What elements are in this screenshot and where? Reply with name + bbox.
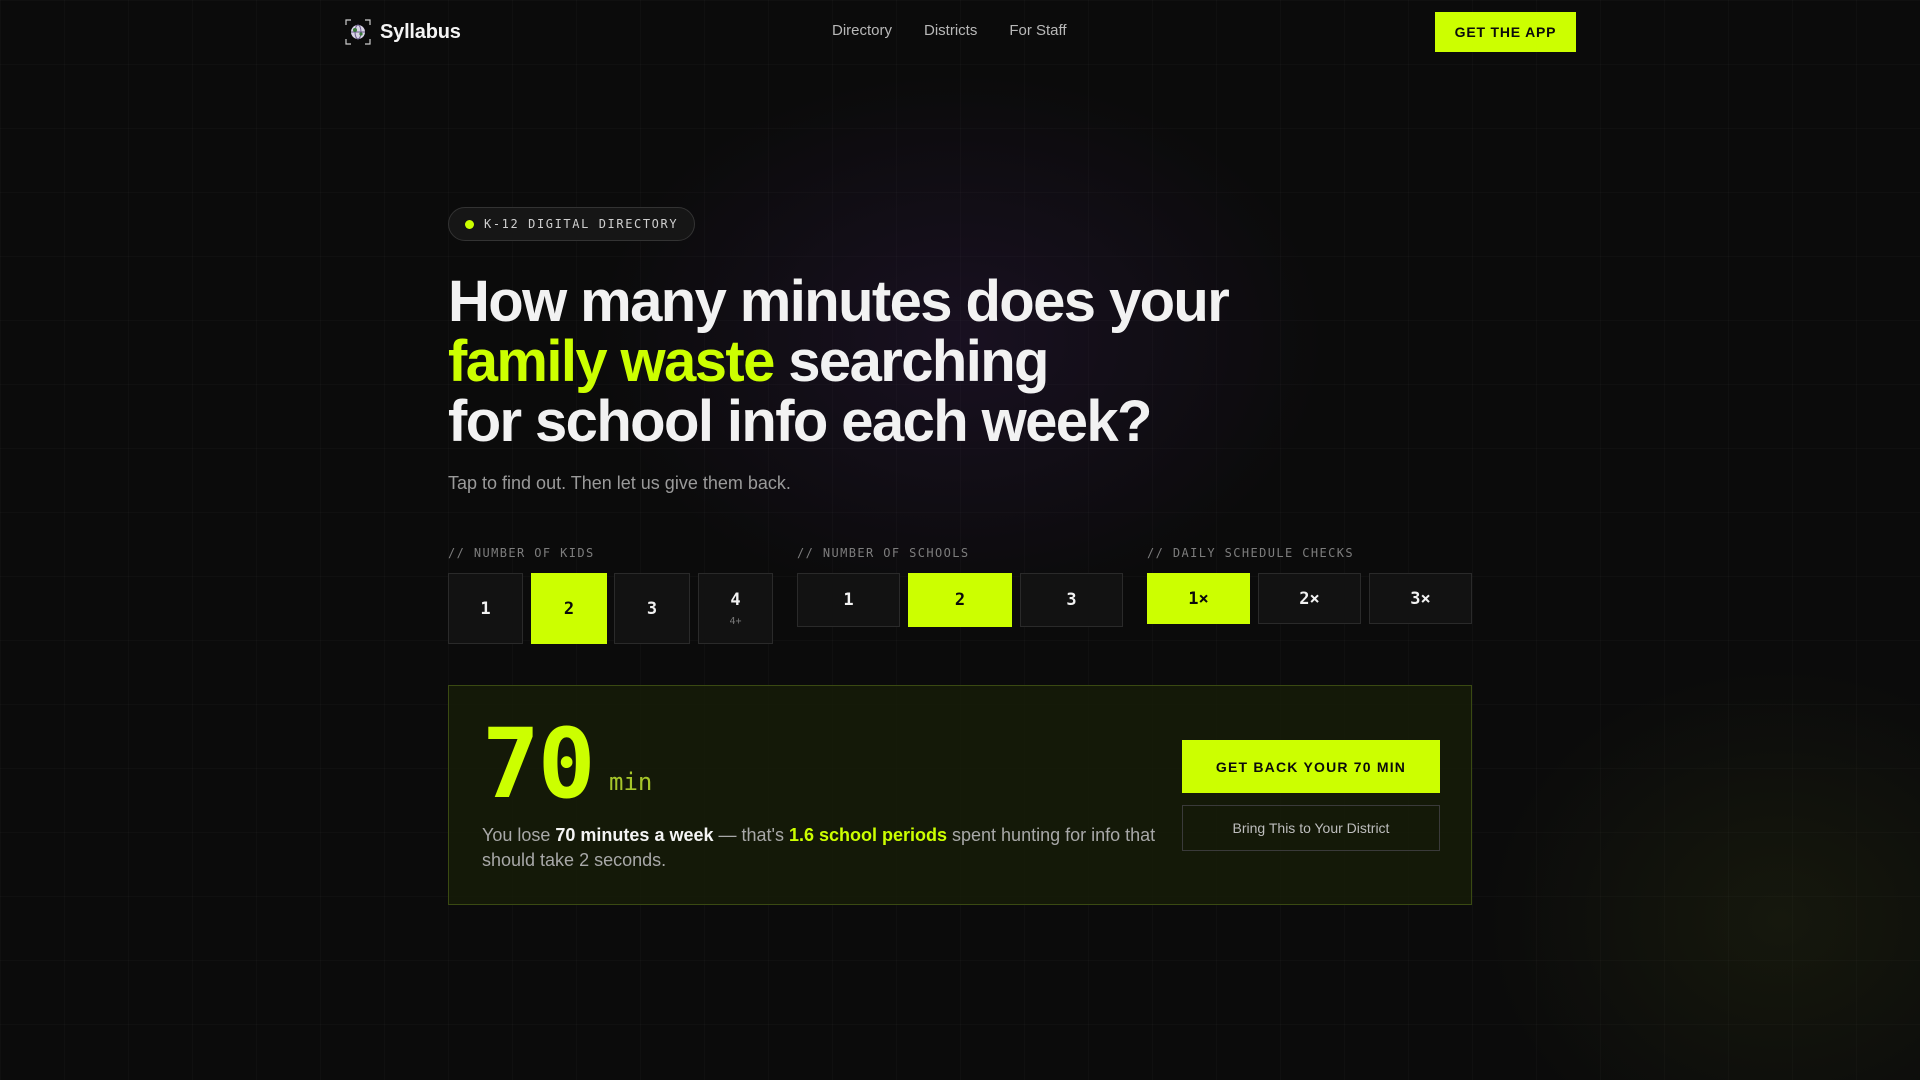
- kids-option-4[interactable]: 4 4+: [698, 573, 773, 644]
- kids-option-2[interactable]: 2: [531, 573, 607, 644]
- result-description: You lose 70 minutes a week — that's 1.6 …: [482, 823, 1182, 873]
- nav-link-for-staff[interactable]: For Staff: [1009, 22, 1066, 39]
- option-value: 2×: [1299, 588, 1320, 609]
- hero-subtitle: Tap to find out. Then let us give them b…: [448, 473, 791, 493]
- brand-link[interactable]: Syllabus: [344, 18, 461, 46]
- option-value: 3: [1066, 590, 1077, 610]
- option-value: 2: [563, 598, 575, 619]
- page-title: How many minutes does your family waste s…: [448, 272, 1348, 452]
- nav-link-districts[interactable]: Districts: [924, 22, 977, 39]
- checks-option-2x[interactable]: 2×: [1258, 573, 1361, 624]
- option-value: 1×: [1188, 588, 1209, 609]
- checks-option-1x[interactable]: 1×: [1147, 573, 1250, 624]
- checks-label: // DAILY SCHEDULE CHECKS: [1147, 546, 1354, 560]
- headline-line-2-rest: searching: [773, 329, 1049, 394]
- option-value: 1: [480, 598, 491, 619]
- kids-label: // NUMBER OF KIDS: [448, 546, 595, 560]
- category-badge: K-12 DIGITAL DIRECTORY: [448, 207, 696, 241]
- option-value: 2: [954, 590, 966, 610]
- globe-logo-icon: [344, 18, 372, 46]
- minutes-value: 70: [482, 708, 596, 820]
- checks-option-3x[interactable]: 3×: [1369, 573, 1472, 624]
- status-dot-icon: [465, 219, 474, 229]
- schools-option-1[interactable]: 1: [797, 573, 900, 627]
- minutes-unit: min: [609, 768, 653, 796]
- top-nav: Syllabus Directory Districts For Staff G…: [0, 0, 1920, 64]
- result-text-mid: — that's: [713, 825, 789, 845]
- result-panel: 70 min You lose 70 minutes a week — that…: [448, 685, 1472, 905]
- nav-link-directory[interactable]: Directory: [832, 22, 892, 39]
- background-grid: [0, 0, 1920, 1080]
- option-value: 3: [646, 598, 658, 619]
- kids-option-3[interactable]: 3: [614, 573, 690, 644]
- badge-text: K-12 DIGITAL DIRECTORY: [484, 217, 679, 231]
- bring-to-district-button[interactable]: Bring This to Your District: [1182, 805, 1440, 851]
- headline-line-3: for school info each week?: [448, 389, 1152, 454]
- result-text-pre: You lose: [482, 825, 556, 845]
- option-value: 1: [843, 590, 854, 610]
- kids-option-1[interactable]: 1: [448, 573, 523, 644]
- option-value: 4: [730, 590, 741, 610]
- result-minutes-emphasis: 70 minutes a week: [555, 825, 714, 845]
- schools-option-2[interactable]: 2: [908, 573, 1012, 627]
- headline-line-1: How many minutes does your: [448, 269, 1230, 334]
- option-sub: 4+: [729, 616, 742, 627]
- result-periods-emphasis: 1.6 school periods: [788, 825, 948, 845]
- option-value: 3×: [1410, 588, 1431, 609]
- get-back-minutes-button[interactable]: GET BACK YOUR 70 MIN: [1182, 740, 1440, 793]
- nav-links: Directory Districts For Staff: [832, 22, 1067, 39]
- get-the-app-button[interactable]: GET THE APP: [1435, 12, 1576, 52]
- schools-option-3[interactable]: 3: [1020, 573, 1123, 627]
- headline-highlight: family waste: [448, 329, 775, 394]
- brand-name: Syllabus: [380, 20, 461, 43]
- schools-label: // NUMBER OF SCHOOLS: [797, 546, 970, 560]
